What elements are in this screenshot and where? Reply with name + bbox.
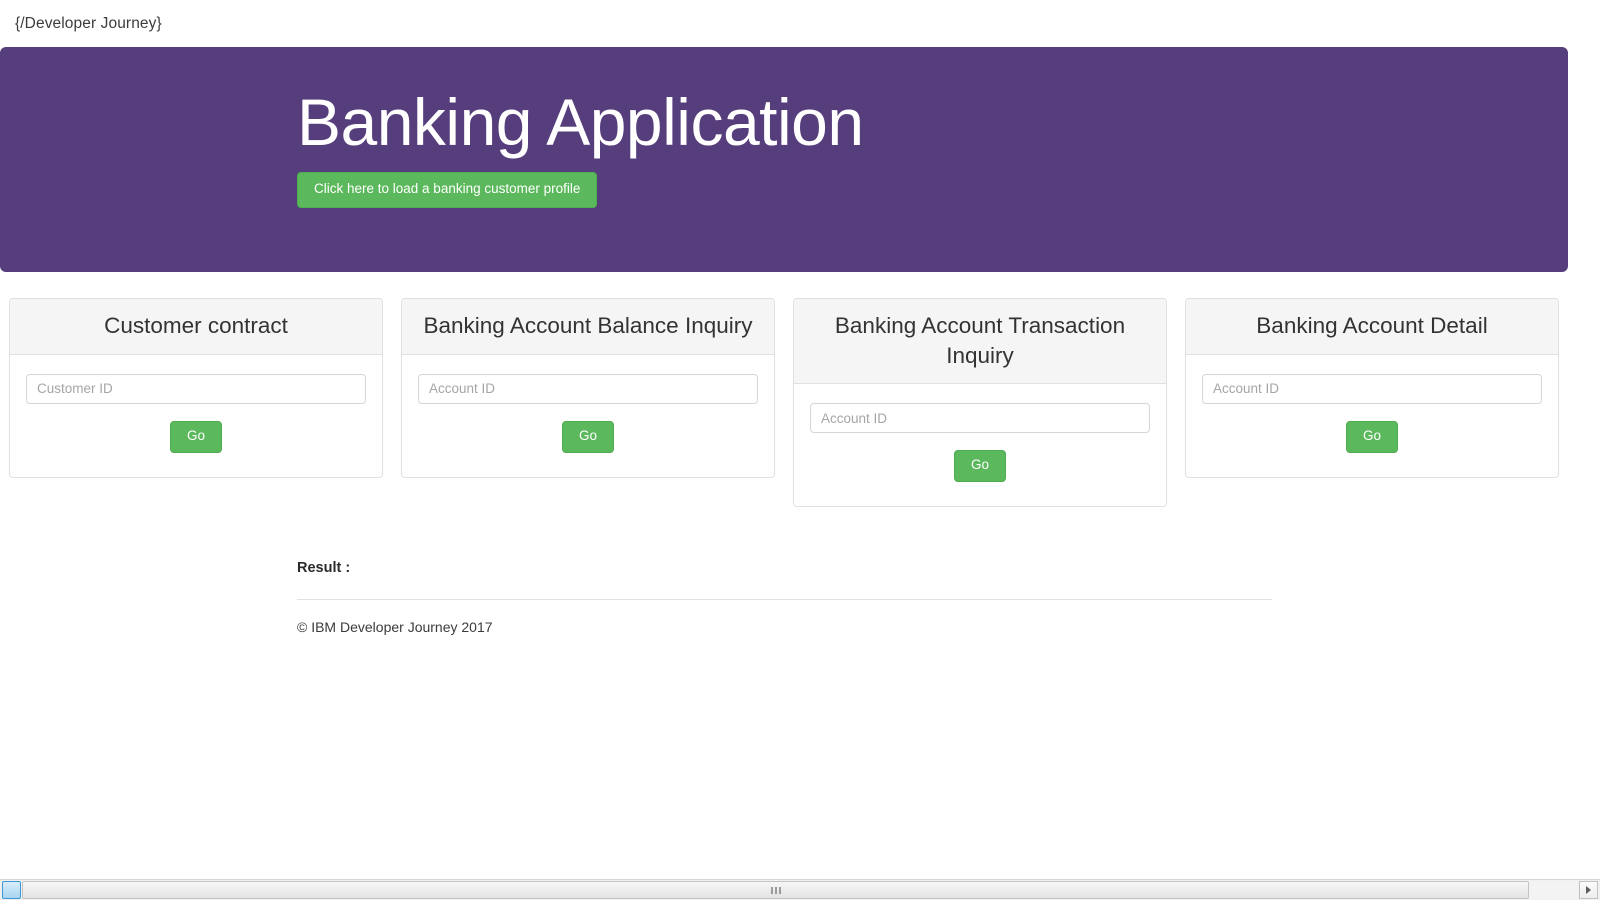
panel-title-account-detail: Banking Account Detail (1256, 313, 1488, 338)
load-customer-profile-button[interactable]: Click here to load a banking customer pr… (297, 172, 598, 209)
hero-jumbotron: Banking Application Click here to load a… (0, 47, 1568, 272)
panel-column-account-detail: Banking Account Detail Go (1176, 298, 1568, 478)
panel-title-balance-inquiry: Banking Account Balance Inquiry (423, 313, 753, 338)
go-button-wrap-transaction-inquiry: Go (810, 450, 1150, 483)
navbar: {/Developer Journey} (0, 0, 1568, 47)
account-id-input-detail[interactable] (1202, 373, 1542, 404)
panel-transaction-inquiry: Banking Account Transaction Inquiry Go (793, 298, 1167, 508)
footer-copyright: © IBM Developer Journey 2017 (297, 619, 493, 636)
account-id-input-balance[interactable] (418, 373, 758, 404)
page-title: Banking Application (297, 85, 864, 159)
horizontal-scrollbar[interactable] (0, 879, 1600, 900)
go-button-account-detail[interactable]: Go (1345, 420, 1398, 453)
footer-divider (297, 599, 1272, 601)
arrow-right-icon (1586, 886, 1591, 894)
go-button-balance-inquiry[interactable]: Go (561, 420, 614, 453)
navbar-brand[interactable]: {/Developer Journey} (0, 16, 162, 32)
panel-balance-inquiry: Banking Account Balance Inquiry Go (401, 298, 775, 478)
result-section: Result : © IBM Developer Journey 2017 (297, 560, 1272, 637)
go-button-wrap-balance-inquiry: Go (418, 420, 758, 453)
go-button-wrap-account-detail: Go (1202, 420, 1542, 453)
go-button-customer-contract[interactable]: Go (169, 420, 222, 453)
panel-body-balance-inquiry: Go (402, 355, 774, 477)
panel-body-account-detail: Go (1186, 355, 1558, 477)
scroll-left-button[interactable] (2, 881, 21, 899)
panel-heading-account-detail: Banking Account Detail (1186, 299, 1558, 355)
customer-id-input[interactable] (26, 373, 366, 404)
panel-body-customer-contract: Go (10, 355, 382, 477)
panel-title-transaction-inquiry: Banking Account Transaction Inquiry (834, 313, 1126, 368)
go-button-transaction-inquiry[interactable]: Go (953, 450, 1006, 483)
panel-account-detail: Banking Account Detail Go (1185, 298, 1559, 478)
panel-heading-balance-inquiry: Banking Account Balance Inquiry (402, 299, 774, 355)
panel-heading-customer-contract: Customer contract (10, 299, 382, 355)
panel-body-transaction-inquiry: Go (794, 384, 1166, 506)
go-button-wrap-customer-contract: Go (26, 420, 366, 453)
scrollbar-grip-icon (770, 886, 781, 894)
hero-inner: Banking Application Click here to load a… (0, 47, 1568, 209)
account-id-input-transaction[interactable] (810, 403, 1150, 434)
panel-column-transaction-inquiry: Banking Account Transaction Inquiry Go (784, 298, 1176, 508)
panel-heading-transaction-inquiry: Banking Account Transaction Inquiry (794, 299, 1166, 385)
panel-column-customer-contract: Customer contract Go (0, 298, 392, 478)
panel-row: Customer contract Go Banking Account Bal… (0, 298, 1568, 508)
scrollbar-thumb[interactable] (22, 881, 1529, 899)
result-label: Result : (297, 560, 351, 576)
panel-customer-contract: Customer contract Go (9, 298, 383, 478)
scrollbar-track[interactable] (22, 881, 1578, 899)
panel-column-balance-inquiry: Banking Account Balance Inquiry Go (392, 298, 784, 478)
panel-title-customer-contract: Customer contract (104, 313, 288, 338)
page-root: {/Developer Journey} Banking Application… (0, 0, 1600, 900)
scroll-right-button[interactable] (1579, 881, 1598, 899)
